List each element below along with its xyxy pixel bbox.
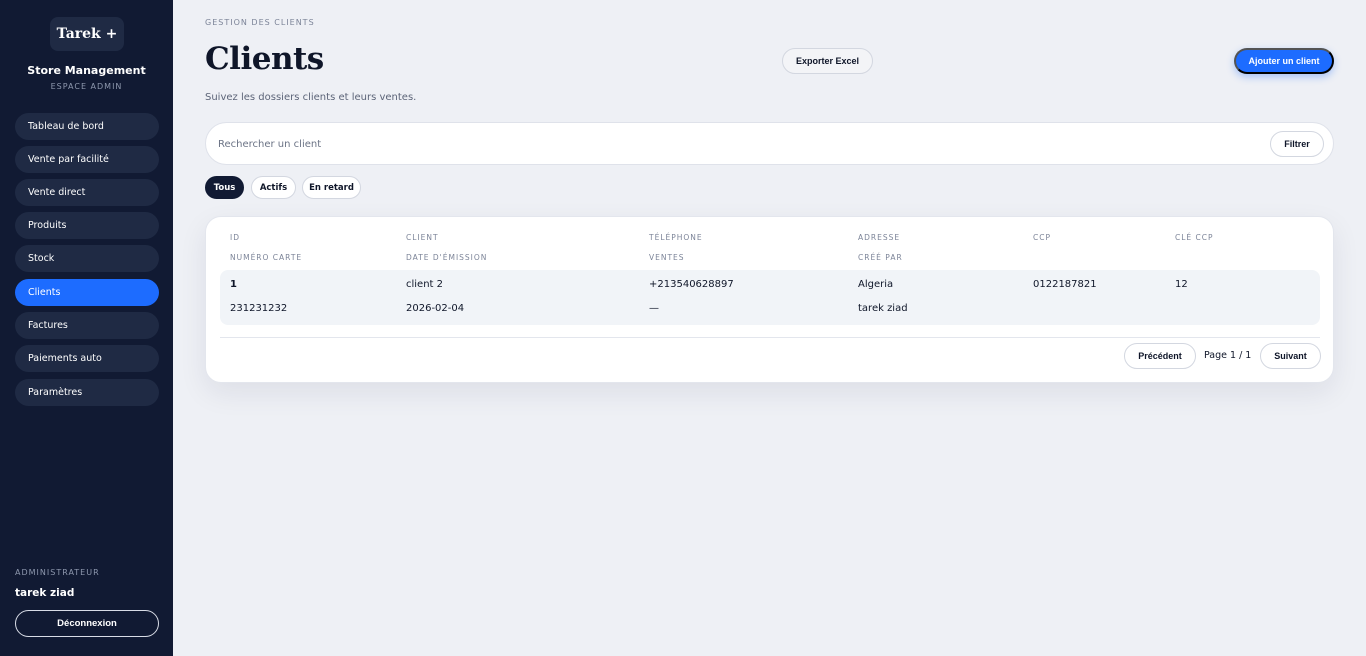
column-header-telephone: TÉLÉPHONE bbox=[649, 233, 703, 242]
sidebar-item-vente-direct[interactable]: Vente direct bbox=[15, 179, 159, 206]
column-header-id: ID bbox=[230, 233, 240, 242]
column-header-numero-carte: NUMÉRO CARTE bbox=[230, 253, 303, 262]
next-page-button[interactable]: Suivant bbox=[1260, 343, 1321, 369]
table-row[interactable]: 1 client 2 +213540628897 Algeria 0122187… bbox=[220, 270, 1320, 325]
cell-address: Algeria bbox=[858, 279, 894, 290]
export-excel-button[interactable]: Exporter Excel bbox=[782, 48, 873, 74]
table-divider bbox=[220, 337, 1320, 338]
logout-button[interactable]: Déconnexion bbox=[15, 610, 159, 637]
column-header-date-emission: DATE D'ÉMISSION bbox=[406, 253, 488, 262]
cell-cle-ccp: 12 bbox=[1175, 279, 1188, 290]
brand-subtitle: ESPACE ADMIN bbox=[50, 82, 123, 91]
column-header-ccp: CCP bbox=[1033, 233, 1051, 242]
search-bar: Filtrer bbox=[205, 122, 1334, 165]
admin-name: tarek ziad bbox=[15, 587, 75, 599]
clients-table-card: ID CLIENT TÉLÉPHONE ADRESSE CCP CLÉ CCP … bbox=[205, 216, 1334, 383]
page-subtitle: Suivez les dossiers clients et leurs ven… bbox=[205, 92, 417, 103]
cell-sales: — bbox=[649, 303, 659, 314]
column-header-adresse: ADRESSE bbox=[858, 233, 901, 242]
cell-client: client 2 bbox=[406, 279, 444, 290]
filter-chip-actifs[interactable]: Actifs bbox=[251, 176, 296, 199]
cell-card-number: 231231232 bbox=[230, 303, 288, 314]
page-indicator: Page 1 / 1 bbox=[1204, 350, 1252, 361]
sidebar-item-produits[interactable]: Produits bbox=[15, 212, 159, 239]
cell-created-by: tarek ziad bbox=[858, 303, 908, 314]
brand-badge[interactable]: Tarek + bbox=[50, 17, 124, 51]
admin-role-label: ADMINISTRATEUR bbox=[15, 568, 100, 577]
column-header-cle-ccp: CLÉ CCP bbox=[1175, 233, 1214, 242]
sidebar-item-tableau-de-bord[interactable]: Tableau de bord bbox=[15, 113, 159, 140]
sidebar-item-stock[interactable]: Stock bbox=[15, 245, 159, 272]
sidebar-item-paiements-auto[interactable]: Paiements auto bbox=[15, 345, 159, 372]
brand-name: Store Management bbox=[27, 64, 146, 77]
filter-chip-tous[interactable]: Tous bbox=[205, 176, 244, 199]
sidebar-item-factures[interactable]: Factures bbox=[15, 312, 159, 339]
page-title: Clients bbox=[205, 41, 324, 77]
add-client-button[interactable]: Ajouter un client bbox=[1234, 48, 1334, 74]
sidebar-item-parametres[interactable]: Paramètres bbox=[15, 379, 159, 406]
search-input[interactable] bbox=[218, 133, 1258, 155]
cell-issue-date: 2026-02-04 bbox=[406, 303, 465, 314]
column-header-client: CLIENT bbox=[406, 233, 439, 242]
cell-id: 1 bbox=[230, 279, 237, 290]
sidebar-item-vente-par-facilite[interactable]: Vente par facilité bbox=[15, 146, 159, 173]
column-header-ventes: VENTES bbox=[649, 253, 685, 262]
previous-page-button[interactable]: Précédent bbox=[1124, 343, 1196, 369]
cell-phone: +213540628897 bbox=[649, 279, 734, 290]
sidebar: Tarek + Store Management ESPACE ADMIN Ta… bbox=[0, 0, 173, 656]
filter-chip-en-retard[interactable]: En retard bbox=[302, 176, 361, 199]
breadcrumb: GESTION DES CLIENTS bbox=[205, 18, 315, 27]
sidebar-item-clients[interactable]: Clients bbox=[15, 279, 159, 306]
cell-ccp: 0122187821 bbox=[1033, 279, 1097, 290]
filter-button[interactable]: Filtrer bbox=[1270, 131, 1324, 157]
column-header-cree-par: CRÉÉ PAR bbox=[858, 253, 903, 262]
